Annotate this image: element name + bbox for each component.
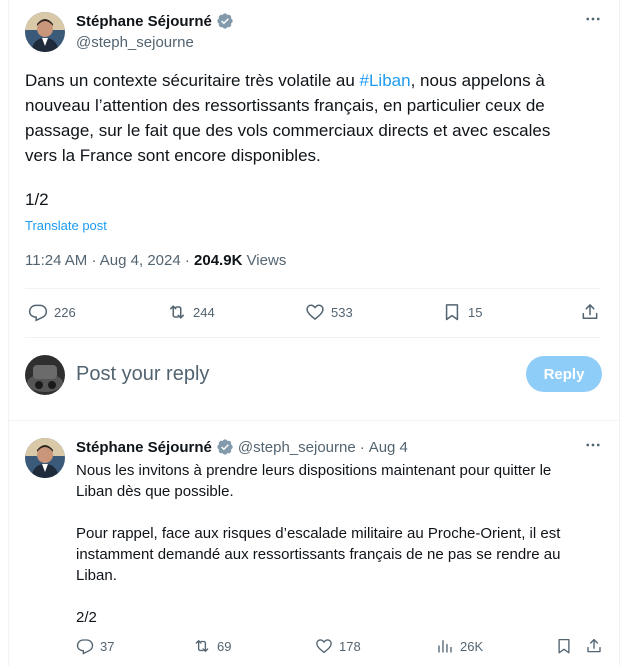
verified-badge-icon (216, 12, 234, 30)
tweet-meta: 11:24 AM · Aug 4, 2024 · 204.9K Views (25, 252, 286, 269)
views-label: Views (246, 252, 287, 269)
share-button[interactable] (580, 302, 600, 322)
views-icon (438, 640, 452, 653)
thread-tweet-date[interactable]: Aug 4 (369, 439, 408, 456)
thread-page-marker: 1/2 (25, 190, 49, 209)
more-icon[interactable] (584, 10, 602, 33)
tweet-date[interactable]: Aug 4, 2024 (100, 252, 181, 269)
tweet-time[interactable]: 11:24 AM (25, 252, 87, 269)
like-icon (306, 304, 324, 321)
reply-icon (76, 639, 94, 655)
bookmark-count: 15 (468, 304, 483, 320)
share-icon (587, 638, 601, 653)
repost-count: 244 (193, 304, 215, 320)
verified-badge-icon (216, 438, 234, 456)
thread-paragraph-2: Pour rappel, face aux risques d’escalade… (76, 525, 561, 584)
author-name-row[interactable]: Stéphane Séjourné (76, 12, 234, 30)
tweet-text: Dans un contexte sécuritaire très volati… (25, 68, 585, 168)
translate-post-link[interactable]: Translate post (25, 218, 107, 233)
thread-paragraph-1: Nous les invitons à prendre leurs dispos… (76, 462, 552, 500)
repost-icon (170, 305, 184, 319)
thread-share-button[interactable] (585, 637, 603, 655)
current-user-avatar[interactable] (25, 355, 65, 395)
more-icon[interactable] (584, 436, 602, 459)
meta-separator: · (359, 438, 365, 456)
thread-author-avatar[interactable] (25, 438, 65, 478)
author-handle[interactable]: @steph_sejourne (76, 34, 194, 51)
thread-repost-button[interactable]: 69 (193, 637, 231, 655)
repost-button[interactable]: 244 (167, 302, 215, 322)
like-icon (316, 639, 332, 654)
thread-reply-button[interactable]: 37 (76, 637, 114, 655)
thread-author-row[interactable]: Stéphane Séjourné @steph_sejourne · Aug … (76, 438, 408, 456)
author-display-name[interactable]: Stéphane Séjourné (76, 13, 212, 30)
share-icon (582, 304, 598, 319)
bookmark-button[interactable]: 15 (442, 302, 482, 322)
reply-submit-button[interactable]: Reply (526, 356, 602, 392)
reply-count: 226 (54, 304, 76, 320)
reply-icon (28, 304, 48, 322)
thread-bookmark-button[interactable] (555, 637, 573, 655)
repost-icon (195, 640, 209, 652)
views-count: 204.9K (194, 252, 243, 269)
tweet-text-part-1: Dans un contexte sécuritaire très volati… (25, 71, 360, 90)
thread-views-button[interactable]: 26K (436, 637, 483, 655)
thread-like-button[interactable]: 178 (315, 637, 361, 655)
thread-views-count: 26K (460, 638, 484, 654)
like-count: 533 (331, 304, 353, 320)
author-avatar[interactable] (25, 12, 65, 52)
reply-button[interactable]: 226 (28, 302, 76, 322)
bookmark-icon (445, 304, 459, 321)
thread-tweet-text: Nous les invitons à prendre leurs dispos… (76, 460, 586, 649)
thread-repost-count: 69 (217, 638, 232, 654)
reply-input[interactable]: Post your reply (76, 363, 209, 386)
thread-reply-count: 37 (100, 638, 115, 654)
thread-author-handle[interactable]: @steph_sejourne (238, 439, 356, 456)
bookmark-icon (558, 638, 570, 654)
divider (25, 337, 600, 338)
thread-author-display-name[interactable]: Stéphane Séjourné (76, 439, 212, 456)
divider (25, 288, 600, 289)
divider (8, 420, 620, 421)
like-button[interactable]: 533 (305, 302, 353, 322)
meta-separator: · (91, 252, 97, 269)
hashtag-link[interactable]: #Liban (360, 71, 411, 90)
thread-page-marker: 2/2 (76, 609, 97, 626)
thread-like-count: 178 (339, 638, 361, 654)
meta-separator: · (184, 252, 190, 269)
